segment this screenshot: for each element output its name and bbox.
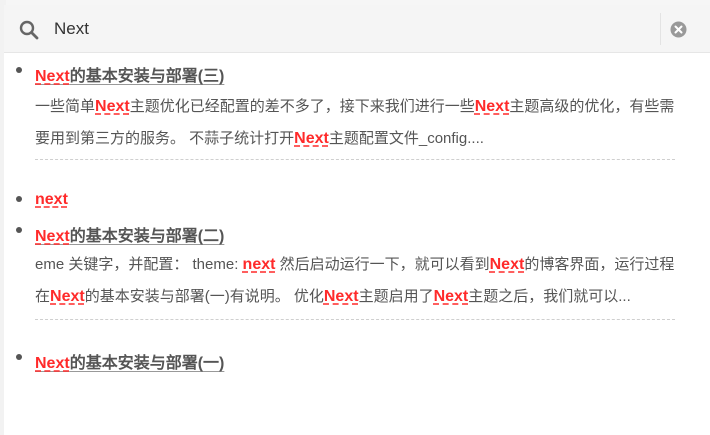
keyword-highlight: next bbox=[242, 256, 276, 273]
result-title-text: 的基本安装与部署(二) bbox=[69, 228, 225, 245]
keyword-highlight: next bbox=[35, 191, 68, 208]
bullet-icon bbox=[16, 227, 22, 233]
bullet-icon bbox=[16, 196, 22, 202]
excerpt-text: 然后启动运行一下，就可以看到 bbox=[275, 256, 490, 273]
keyword-highlight: Next bbox=[433, 288, 469, 305]
search-result: Next的基本安装与部署(二) eme 关键字，并配置： theme: next… bbox=[4, 213, 710, 320]
bullet-icon bbox=[16, 67, 22, 73]
result-title-row: Next的基本安装与部署(一) bbox=[4, 340, 710, 372]
result-title-link[interactable]: Next的基本安装与部署(二) bbox=[35, 222, 224, 246]
result-title-row: Next的基本安装与部署(三) bbox=[4, 53, 710, 85]
search-popup: Next的基本安装与部署(三) 一些简单Next主题优化已经配置的差不多了，接下… bbox=[4, 5, 710, 435]
result-title-row: next bbox=[4, 182, 710, 213]
keyword-highlight: Next bbox=[474, 98, 510, 115]
keyword-highlight: Next bbox=[35, 68, 70, 85]
result-title-text: 的基本安装与部署(三) bbox=[69, 68, 225, 85]
result-title-text: 的基本安装与部署(一) bbox=[69, 355, 225, 372]
excerpt-text: eme 关键字，并配置： theme: bbox=[35, 256, 243, 273]
result-excerpt: 一些简单Next主题优化已经配置的差不多了，接下来我们进行一些Next主题高级的… bbox=[35, 91, 675, 155]
result-separator bbox=[35, 319, 675, 320]
keyword-highlight: Next bbox=[294, 130, 329, 147]
result-excerpt: eme 关键字，并配置： theme: next 然后启动运行一下，就可以看到N… bbox=[35, 249, 675, 313]
excerpt-text: 一些简单 bbox=[35, 98, 96, 115]
result-title-link[interactable]: next bbox=[35, 191, 68, 209]
excerpt-text: 主题优化已经配置的差不多了，接下来我们进行一些 bbox=[129, 98, 475, 115]
search-result: Next的基本安装与部署(一) bbox=[4, 340, 710, 372]
search-result: next bbox=[4, 182, 710, 213]
excerpt-text: 主题之后，我们就可以... bbox=[468, 288, 631, 305]
close-icon[interactable] bbox=[670, 21, 687, 38]
search-results-list: Next的基本安装与部署(三) 一些简单Next主题优化已经配置的差不多了，接下… bbox=[4, 53, 710, 372]
keyword-highlight: Next bbox=[323, 288, 359, 305]
excerpt-text: 主题配置文件_config.... bbox=[328, 130, 484, 147]
search-bar bbox=[4, 5, 710, 53]
keyword-highlight: Next bbox=[95, 98, 130, 115]
result-title-row: Next的基本安装与部署(二) bbox=[4, 213, 710, 245]
search-result: Next的基本安装与部署(三) 一些简单Next主题优化已经配置的差不多了，接下… bbox=[4, 53, 710, 160]
result-separator bbox=[35, 159, 675, 160]
result-title-link[interactable]: Next的基本安装与部署(一) bbox=[35, 349, 224, 373]
excerpt-text: 主题启用了 bbox=[358, 288, 434, 305]
excerpt-text: 的基本安装与部署(一)有说明。 优化 bbox=[84, 288, 324, 305]
keyword-highlight: Next bbox=[489, 256, 525, 273]
bullet-icon bbox=[16, 354, 22, 360]
search-divider bbox=[660, 13, 661, 45]
keyword-highlight: Next bbox=[35, 355, 70, 372]
search-input[interactable] bbox=[50, 13, 658, 45]
search-icon bbox=[19, 20, 39, 40]
keyword-highlight: Next bbox=[35, 228, 70, 245]
keyword-highlight: Next bbox=[50, 288, 85, 305]
result-title-link[interactable]: Next的基本安装与部署(三) bbox=[35, 62, 224, 86]
